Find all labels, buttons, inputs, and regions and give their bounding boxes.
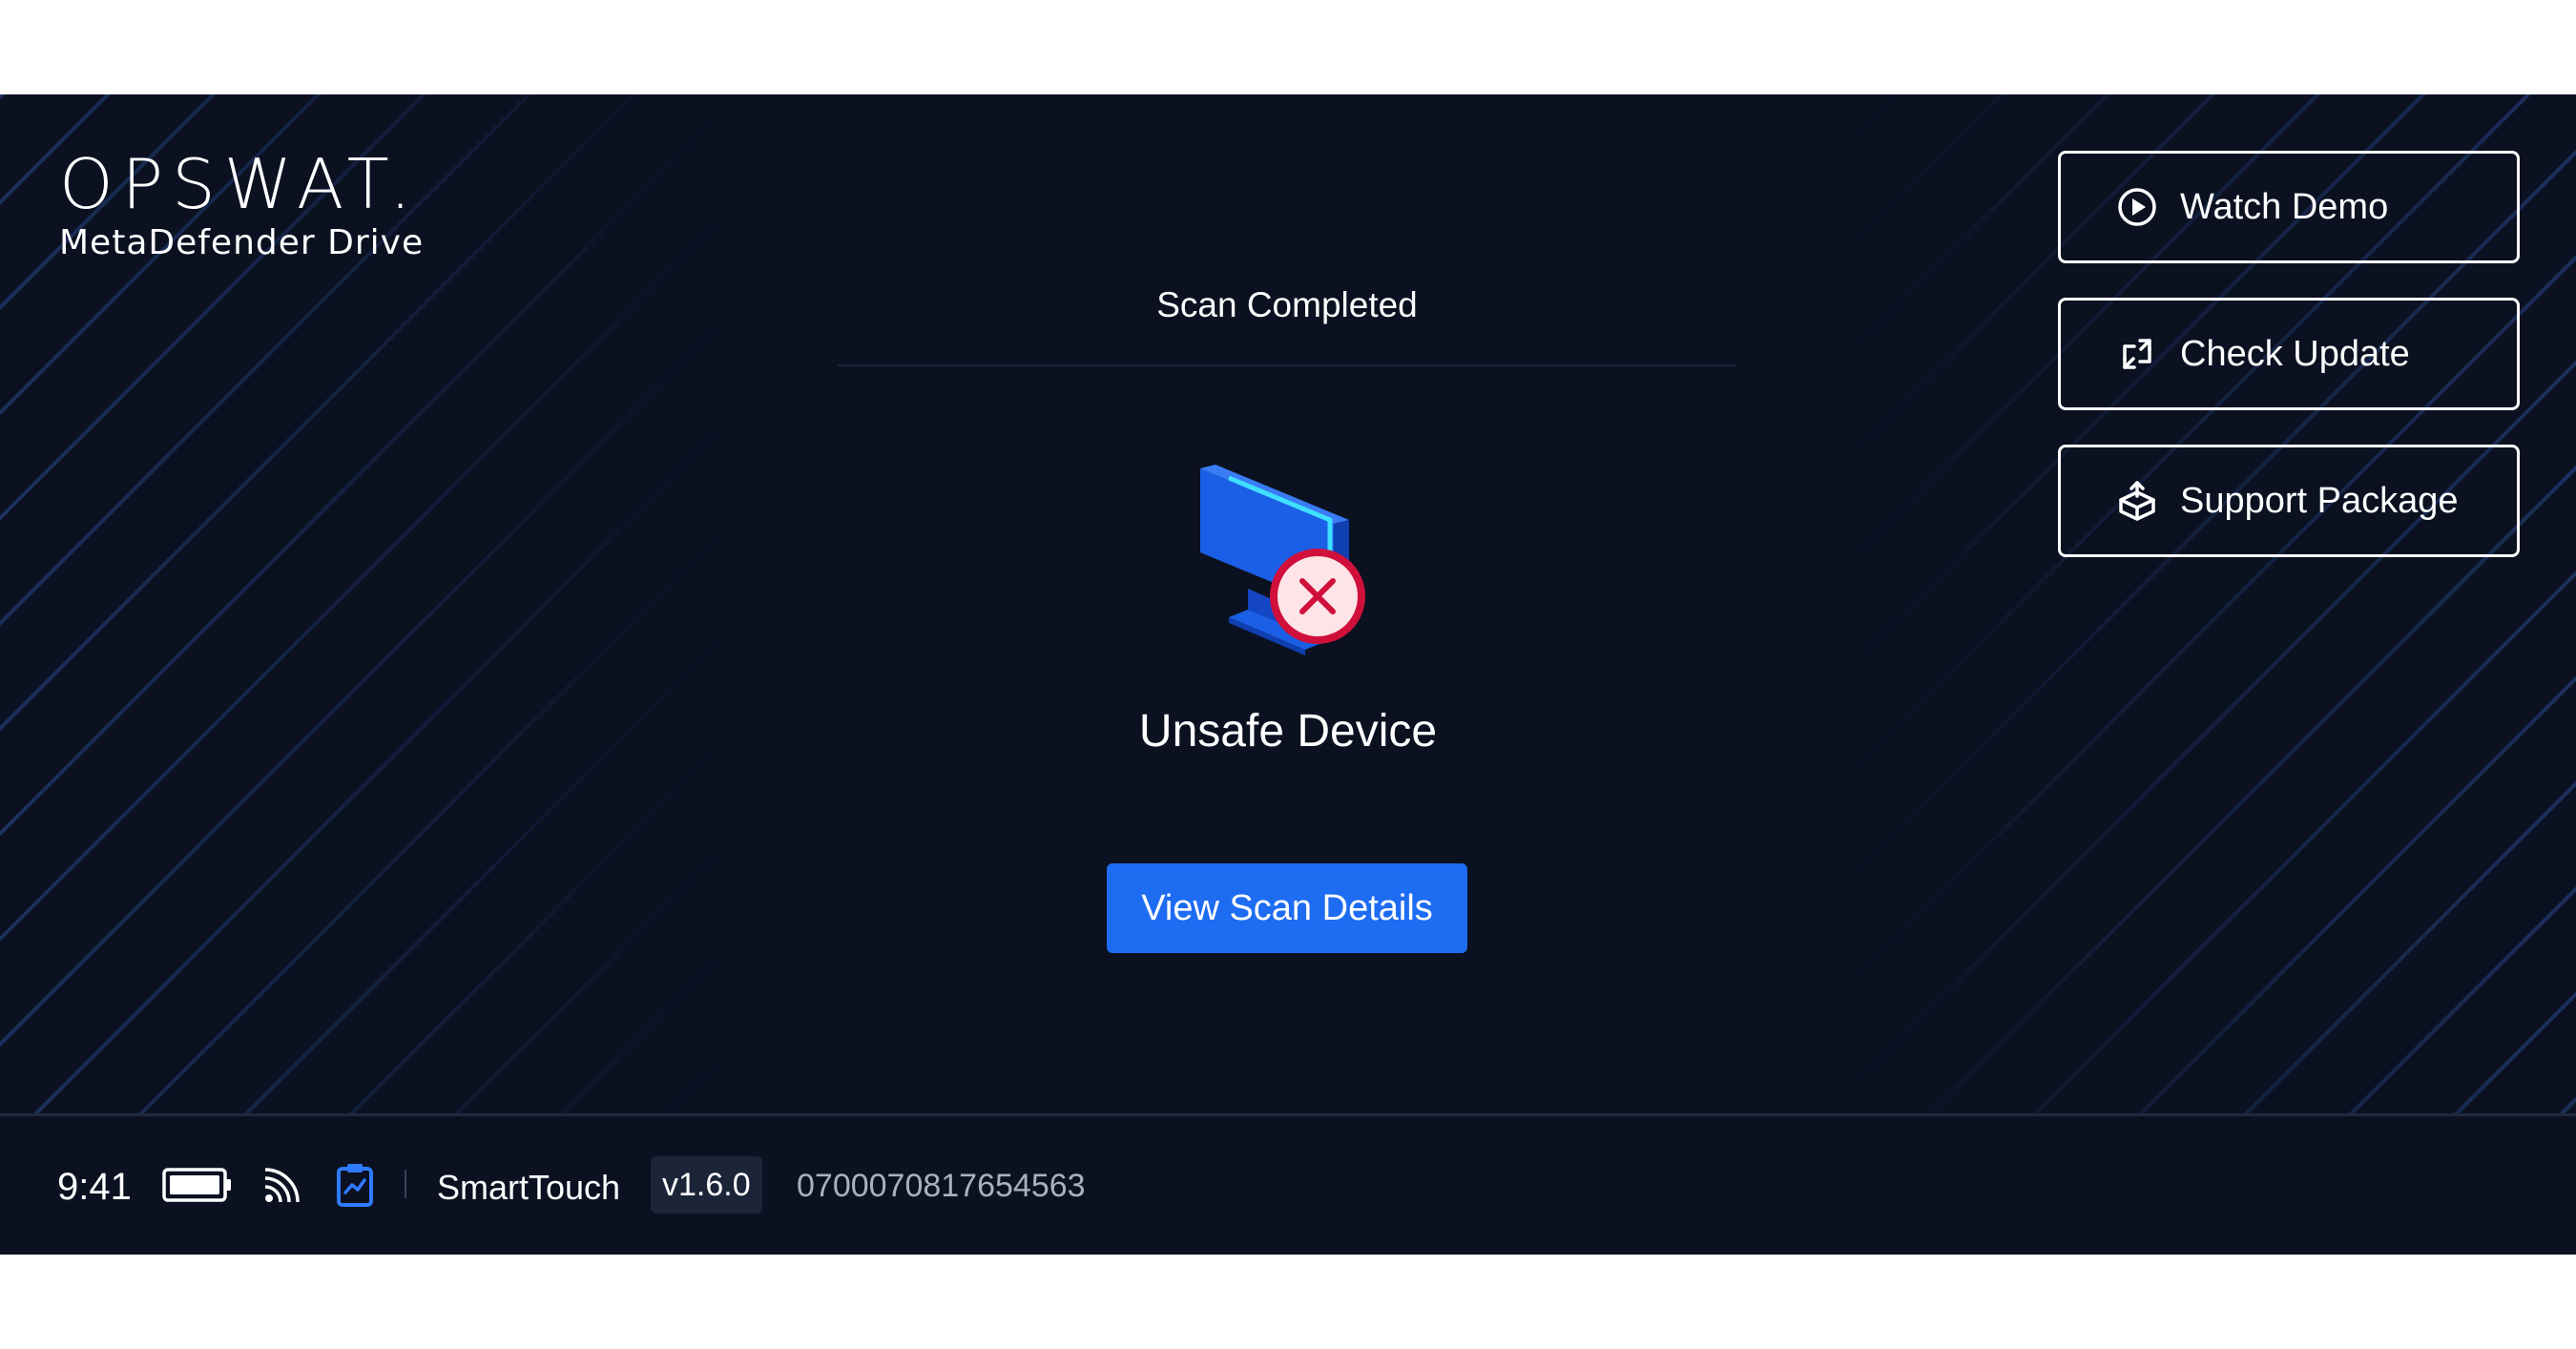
opswat-logo: OPSWAT. MetaDefender Drive	[59, 148, 424, 264]
main-panel: OPSWAT. MetaDefender Drive Scan Complete…	[0, 94, 2576, 1113]
clipboard-chart-icon[interactable]	[336, 1162, 374, 1208]
clock: 9:41	[57, 1166, 132, 1208]
serial-number: 0700070817654563	[797, 1168, 1086, 1204]
check-update-button[interactable]: Check Update	[2058, 298, 2520, 410]
play-circle-icon	[2115, 185, 2159, 229]
app-window: OPSWAT. MetaDefender Drive Scan Complete…	[0, 94, 2576, 1255]
refresh-icon	[2115, 332, 2159, 376]
status-separator	[405, 1170, 406, 1198]
view-scan-details-button[interactable]: View Scan Details	[1107, 863, 1467, 953]
product-name: MetaDefender Drive	[59, 223, 425, 262]
check-update-label: Check Update	[2180, 333, 2410, 374]
scan-status-title: Scan Completed	[1156, 285, 1418, 324]
version-badge: v1.6.0	[651, 1156, 762, 1214]
device-name: SmartTouch	[437, 1168, 621, 1207]
battery-icon	[162, 1168, 231, 1202]
scan-result-label: Unsafe Device	[1138, 706, 1438, 757]
support-package-button[interactable]: Support Package	[2058, 445, 2520, 557]
watch-demo-button[interactable]: Watch Demo	[2058, 151, 2520, 263]
support-package-label: Support Package	[2180, 480, 2459, 521]
divider	[838, 364, 1736, 366]
status-bar: 9:41 SmartTouch v1.6.0 0700070817654563	[0, 1113, 2576, 1255]
watch-demo-label: Watch Demo	[2180, 186, 2389, 227]
view-scan-details-label: View Scan Details	[1141, 887, 1433, 928]
package-upload-icon	[2115, 479, 2159, 523]
logo-wordmark: OPSWAT.	[59, 144, 421, 224]
wifi-icon	[264, 1168, 300, 1203]
unsafe-device-icon	[1200, 465, 1365, 655]
